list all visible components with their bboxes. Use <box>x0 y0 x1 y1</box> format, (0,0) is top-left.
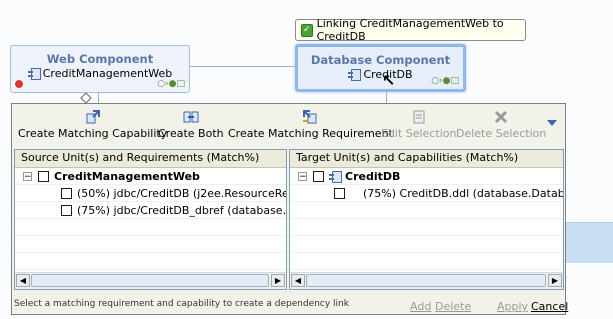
add-button[interactable]: Add <box>410 300 431 313</box>
button-label: Edit Selection <box>381 127 457 140</box>
create-matching-capability-button[interactable]: Create Matching Capability <box>18 109 167 140</box>
scroll-left-icon[interactable]: ◀ <box>291 274 305 287</box>
link-handle-icon[interactable]: ○›●□ <box>431 76 459 86</box>
item-label: (50%) jdbc/CreditDB (j2ee.ResourceRefere… <box>77 187 286 200</box>
target-capabilities-pane[interactable]: Target Unit(s) and Capabilities (Match%)… <box>289 149 564 290</box>
cancel-button[interactable]: Cancel <box>531 300 568 313</box>
create-capability-icon <box>86 110 100 124</box>
connector-stub <box>98 93 99 103</box>
scroll-right-icon[interactable]: ▶ <box>271 274 285 287</box>
web-component-node[interactable]: Web Component CreditManagementWeb ○›●□ <box>10 45 190 93</box>
root-label: CreditDB <box>345 170 401 183</box>
component-icon <box>27 68 41 80</box>
source-requirements-pane[interactable]: Source Unit(s) and Requirements (Match%)… <box>14 149 287 290</box>
delete-selection-button[interactable]: Delete Selection <box>456 109 546 140</box>
horizontal-scrollbar[interactable]: ◀ ▶ <box>15 272 286 289</box>
delete-icon <box>495 110 508 124</box>
item-label: (75%) CreditDB.ddl (database.Database <box>363 187 563 200</box>
delete-button[interactable]: Delete <box>435 300 471 313</box>
create-requirement-icon <box>303 110 317 124</box>
item-checkbox[interactable] <box>61 188 72 199</box>
connector-stub <box>386 92 387 103</box>
target-tree[interactable]: − CreditDB (75%) CreditDB.ddl (database.… <box>290 168 563 272</box>
database-component-icon <box>329 171 342 183</box>
edit-selection-button[interactable]: Edit Selection <box>381 109 457 140</box>
scroll-left-icon[interactable]: ◀ <box>16 274 30 287</box>
node-name: CreditManagementWeb <box>42 67 173 80</box>
quick-fix-dialog: Create Matching Capability Create Both C… <box>11 103 568 315</box>
tooltip-text: Linking CreditManagementWeb to CreditDB <box>316 17 504 43</box>
create-matching-requirement-button[interactable]: Create Matching Requirement <box>228 109 393 140</box>
target-pane-header: Target Unit(s) and Capabilities (Match%) <box>290 150 563 168</box>
collapse-icon[interactable]: − <box>298 172 307 182</box>
root-checkbox[interactable] <box>313 171 324 182</box>
button-label: Create Matching Requirement <box>228 127 393 140</box>
tree-root-row[interactable]: − CreditDB <box>290 168 563 185</box>
scroll-right-icon[interactable]: ▶ <box>548 274 562 287</box>
mouse-cursor-icon: ↖ <box>382 71 396 90</box>
node-type-label: Database Component <box>310 53 451 67</box>
scroll-thumb[interactable] <box>306 274 546 287</box>
root-checkbox[interactable] <box>38 171 49 182</box>
item-checkbox[interactable] <box>334 188 345 199</box>
tree-item-row[interactable]: (50%) jdbc/CreditDB (j2ee.ResourceRefere… <box>15 185 286 202</box>
status-message: Select a matching requirement and capabi… <box>14 299 349 309</box>
item-checkbox[interactable] <box>61 205 72 216</box>
component-icon <box>348 69 362 81</box>
scroll-thumb[interactable] <box>31 274 269 287</box>
check-icon: ✓ <box>301 23 313 37</box>
create-both-icon <box>183 111 199 123</box>
link-handle-icon[interactable]: ○›●□ <box>157 79 185 89</box>
connection-line <box>190 66 295 67</box>
anchor-diamond-icon[interactable] <box>80 92 92 104</box>
root-label: CreditManagementWeb <box>54 170 200 183</box>
tree-root-row[interactable]: − CreditManagementWeb <box>15 168 286 185</box>
button-label: Create Matching Capability <box>18 127 168 140</box>
node-type-label: Web Component <box>46 52 154 66</box>
error-marker-icon <box>14 79 24 89</box>
tree-item-row[interactable]: (75%) jdbc/CreditDB_dbref (database.Data… <box>15 202 286 219</box>
database-component-node[interactable]: Database Component CreditDB ○›●□ <box>295 44 466 92</box>
collapse-icon[interactable]: − <box>23 172 32 182</box>
background-panel <box>566 222 613 263</box>
create-both-button[interactable]: Create Both <box>158 109 224 140</box>
tree-item-row[interactable]: (75%) CreditDB.ddl (database.Database <box>290 185 563 202</box>
apply-button[interactable]: Apply <box>497 300 528 313</box>
button-label: Delete Selection <box>456 127 547 140</box>
source-pane-header: Source Unit(s) and Requirements (Match%) <box>15 150 286 168</box>
source-tree[interactable]: − CreditManagementWeb (50%) jdbc/CreditD… <box>15 168 286 272</box>
view-menu-chevron-down-icon[interactable] <box>547 120 557 126</box>
item-label: (75%) jdbc/CreditDB_dbref (database.Data… <box>77 204 286 217</box>
button-label: Create Both <box>158 127 224 140</box>
dialog-toolbar: Create Matching Capability Create Both C… <box>12 104 565 146</box>
link-tooltip: ✓ Linking CreditManagementWeb to CreditD… <box>295 17 526 43</box>
edit-icon <box>413 110 425 124</box>
horizontal-scrollbar[interactable]: ◀ ▶ <box>290 272 563 289</box>
